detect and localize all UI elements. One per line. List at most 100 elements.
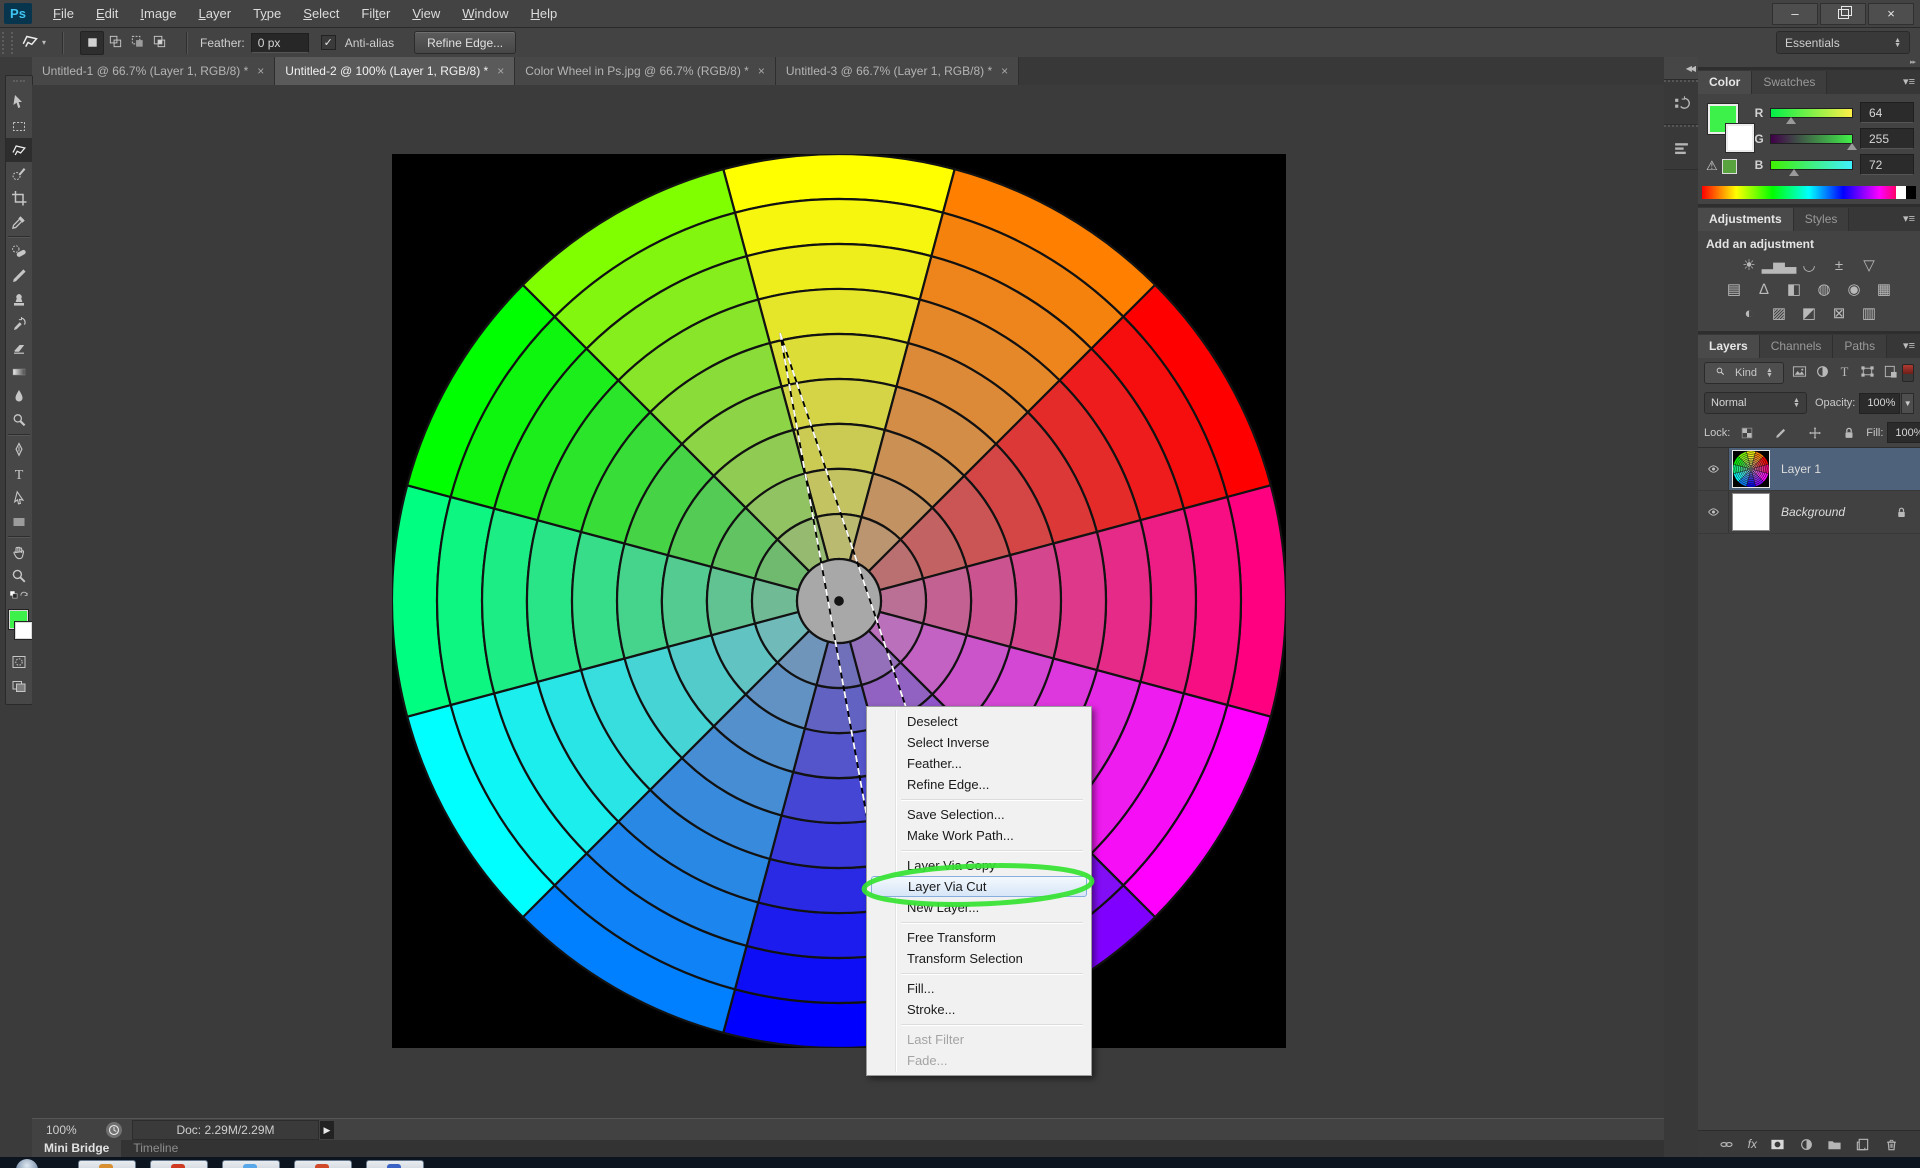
opacity-value[interactable]: 100% bbox=[1859, 393, 1900, 414]
black-white-icon[interactable]: ◧ bbox=[1779, 277, 1809, 301]
tool-preset-button[interactable]: ▾ bbox=[21, 32, 46, 53]
history-panel-button[interactable] bbox=[1664, 80, 1698, 125]
layer-thumbnail[interactable] bbox=[1733, 494, 1769, 530]
visibility-cell[interactable] bbox=[1698, 491, 1729, 533]
brush-tool[interactable] bbox=[6, 264, 32, 288]
posterize-icon[interactable]: ▨ bbox=[1764, 301, 1794, 325]
channel-slider-b[interactable] bbox=[1770, 160, 1853, 170]
layer-filter-toggle[interactable] bbox=[1902, 364, 1914, 382]
taskbar-button[interactable] bbox=[150, 1160, 208, 1168]
context-menu-item-layer-via-copy[interactable]: Layer Via Copy bbox=[871, 855, 1087, 876]
context-menu-item-layer-via-cut[interactable]: Layer Via Cut bbox=[871, 876, 1087, 897]
clone-stamp-tool[interactable] bbox=[6, 288, 32, 312]
layers-tab-layers[interactable]: Layers bbox=[1698, 335, 1760, 358]
fill-value[interactable]: 100% bbox=[1887, 422, 1920, 443]
document-tab-3[interactable]: Color Wheel in Ps.jpg @ 66.7% (RGB/8) *× bbox=[515, 57, 776, 85]
panel-menu-icon[interactable]: ▾≡ bbox=[1903, 212, 1915, 225]
slider-thumb[interactable] bbox=[1847, 143, 1857, 150]
context-menu-item-feather[interactable]: Feather... bbox=[871, 753, 1087, 774]
vibrance-icon[interactable]: ▽ bbox=[1854, 253, 1884, 277]
add-layer-mask-button[interactable] bbox=[1770, 1137, 1785, 1152]
toolbox-grip[interactable] bbox=[13, 80, 25, 87]
menu-help[interactable]: Help bbox=[520, 0, 569, 27]
menu-image[interactable]: Image bbox=[129, 0, 187, 27]
taskbar-button[interactable] bbox=[222, 1160, 280, 1168]
spot-healing-brush-tool[interactable] bbox=[6, 240, 32, 264]
background-color-well[interactable] bbox=[15, 622, 32, 639]
new-layer-button[interactable] bbox=[1855, 1137, 1870, 1152]
context-menu-item-free-transform[interactable]: Free Transform bbox=[871, 927, 1087, 948]
background-color-swatch[interactable] bbox=[1726, 124, 1754, 152]
panel-menu-icon[interactable]: ▾≡ bbox=[1903, 75, 1915, 88]
lock-transparency-button[interactable] bbox=[1735, 426, 1759, 440]
channel-value-r[interactable]: 64 bbox=[1860, 102, 1914, 123]
rectangle-tool[interactable] bbox=[6, 510, 32, 534]
context-menu-item-save-selection[interactable]: Save Selection... bbox=[871, 804, 1087, 825]
color-tab-color[interactable]: Color bbox=[1698, 71, 1752, 94]
add-adjustment-layer-button[interactable] bbox=[1799, 1137, 1814, 1152]
dock-header[interactable]: ▸▸ bbox=[1698, 57, 1920, 67]
color-wheel-document[interactable] bbox=[392, 154, 1286, 1048]
context-menu-item-select-inverse[interactable]: Select Inverse bbox=[871, 732, 1087, 753]
color-spectrum-ramp[interactable] bbox=[1702, 186, 1916, 199]
eye-icon[interactable] bbox=[1706, 506, 1721, 518]
menu-file[interactable]: File bbox=[42, 0, 85, 27]
taskbar-button[interactable] bbox=[366, 1160, 424, 1168]
slider-thumb[interactable] bbox=[1786, 117, 1796, 124]
photoshop-logo[interactable]: Ps bbox=[4, 3, 32, 24]
color-tab-swatches[interactable]: Swatches bbox=[1752, 71, 1827, 94]
layers-tab-channels[interactable]: Channels bbox=[1760, 335, 1834, 358]
kind-filter-dropdown[interactable]: Kind ▲▼ bbox=[1704, 362, 1784, 384]
invert-icon[interactable]: ◐ bbox=[1734, 301, 1764, 325]
screen-mode-tool[interactable] bbox=[6, 674, 32, 698]
status-arrow-button[interactable]: ▶ bbox=[320, 1121, 334, 1139]
feather-input[interactable]: 0 px bbox=[251, 33, 309, 53]
close-tab-icon[interactable]: × bbox=[758, 64, 765, 78]
close-tab-icon[interactable]: × bbox=[257, 64, 264, 78]
color-balance-icon[interactable]: ∆ bbox=[1749, 277, 1779, 301]
channel-value-b[interactable]: 72 bbox=[1860, 154, 1914, 175]
channel-mixer-icon[interactable]: ◉ bbox=[1839, 277, 1869, 301]
layer-thumbnail[interactable] bbox=[1733, 451, 1769, 487]
bottom-tab-mini-bridge[interactable]: Mini Bridge bbox=[32, 1140, 121, 1157]
link-layers-button[interactable] bbox=[1719, 1137, 1734, 1152]
brightness-contrast-icon[interactable]: ☀ bbox=[1734, 253, 1764, 277]
kind-adjustment-filter-button[interactable] bbox=[1815, 364, 1830, 382]
menu-filter[interactable]: Filter bbox=[350, 0, 401, 27]
context-menu-item-stroke[interactable]: Stroke... bbox=[871, 999, 1087, 1020]
refine-edge-button[interactable]: Refine Edge... bbox=[414, 31, 516, 54]
taskbar-button[interactable] bbox=[294, 1160, 352, 1168]
threshold-icon[interactable]: ◩ bbox=[1794, 301, 1824, 325]
channel-slider-g[interactable] bbox=[1770, 134, 1853, 144]
levels-icon[interactable]: ▂▅▃ bbox=[1764, 253, 1794, 277]
move-tool[interactable] bbox=[6, 90, 32, 114]
quick-mask-tool[interactable] bbox=[6, 650, 32, 674]
history-brush-tool[interactable] bbox=[6, 312, 32, 336]
rectangular-marquee-tool[interactable] bbox=[6, 114, 32, 138]
zoom-level[interactable]: 100% bbox=[46, 1123, 106, 1137]
kind-smart-object-filter-button[interactable] bbox=[1883, 364, 1898, 382]
context-menu-item-new-layer[interactable]: New Layer... bbox=[871, 897, 1087, 918]
dodge-tool[interactable] bbox=[6, 408, 32, 432]
context-menu-item-transform-selection[interactable]: Transform Selection bbox=[871, 948, 1087, 969]
taskbar-button[interactable] bbox=[78, 1160, 136, 1168]
panel-menu-icon[interactable]: ▾≡ bbox=[1903, 339, 1915, 352]
photo-filter-icon[interactable]: ◍ bbox=[1809, 277, 1839, 301]
context-menu-item-make-work-path[interactable]: Make Work Path... bbox=[871, 825, 1087, 846]
layer-style-button[interactable]: fx bbox=[1748, 1137, 1757, 1151]
gamut-warning[interactable]: ⚠ bbox=[1706, 158, 1737, 174]
type-tool[interactable]: T bbox=[6, 462, 32, 486]
kind-shape-filter-button[interactable] bbox=[1860, 364, 1875, 382]
close-button[interactable]: × bbox=[1868, 3, 1914, 25]
menu-select[interactable]: Select bbox=[292, 0, 350, 27]
quick-selection-tool[interactable] bbox=[6, 162, 32, 186]
menu-view[interactable]: View bbox=[401, 0, 451, 27]
adobe-drive-icon[interactable] bbox=[106, 1122, 122, 1138]
workspace-switcher[interactable]: Essentials ▲▼ bbox=[1776, 31, 1910, 54]
blend-mode-dropdown[interactable]: Normal ▲▼ bbox=[1704, 392, 1807, 414]
channel-value-g[interactable]: 255 bbox=[1860, 128, 1914, 149]
zoom-tool[interactable] bbox=[6, 564, 32, 588]
eraser-tool[interactable] bbox=[6, 336, 32, 360]
adjustments-tab-adjustments[interactable]: Adjustments bbox=[1698, 208, 1794, 231]
eyedropper-tool[interactable] bbox=[6, 210, 32, 234]
